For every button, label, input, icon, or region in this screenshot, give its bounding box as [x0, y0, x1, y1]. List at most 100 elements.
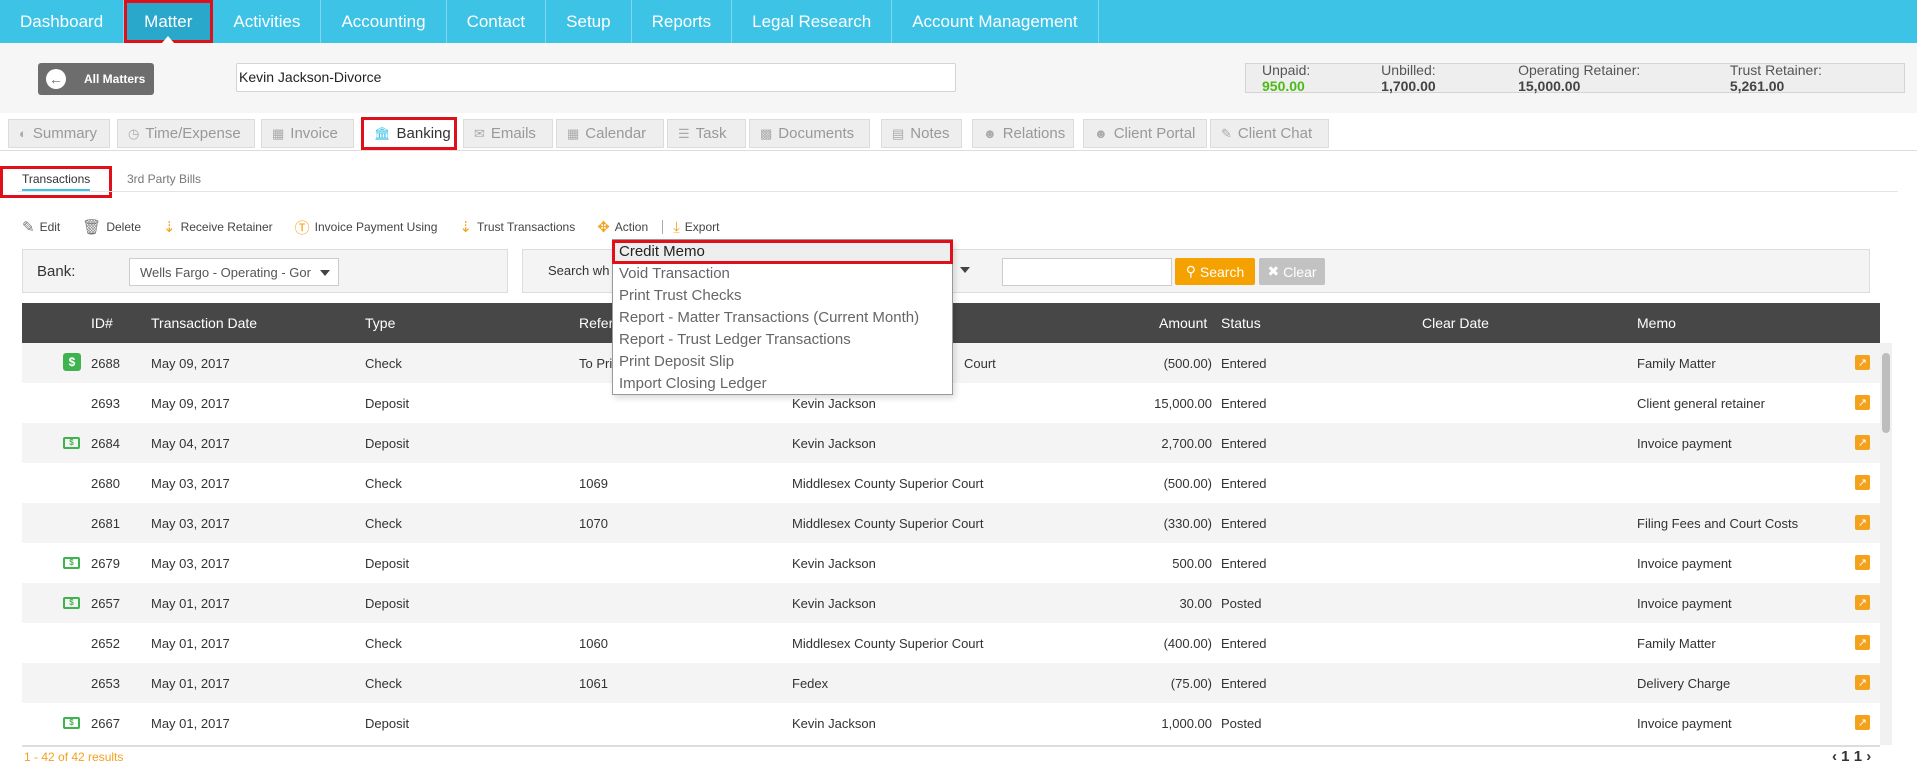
menu-item-credit-memo[interactable]: Credit Memo: [612, 240, 953, 264]
tab-banking[interactable]: 🏛 Banking: [361, 117, 457, 150]
menu-item-print-trust-checks[interactable]: Print Trust Checks: [613, 285, 952, 307]
nav-contact[interactable]: Contact: [447, 0, 547, 43]
search-input[interactable]: [1002, 258, 1172, 286]
header-clear-date[interactable]: Clear Date: [1422, 315, 1489, 331]
clear-button[interactable]: ✖ Clear: [1259, 258, 1325, 285]
row-type: Check: [365, 636, 402, 651]
edit-button[interactable]: ✎ Edit: [22, 218, 60, 236]
nav-accounting[interactable]: Accounting: [321, 0, 447, 43]
export-icon: ⤓: [673, 218, 680, 236]
tab-time-expense[interactable]: ◷ Time/Expense: [117, 119, 255, 148]
open-external-icon[interactable]: ↗: [1855, 715, 1870, 730]
menu-item-print-deposit-slip[interactable]: Print Deposit Slip: [613, 351, 952, 373]
table-row[interactable]: $ 2684 May 04, 2017 Deposit Kevin Jackso…: [22, 423, 1880, 463]
open-external-icon[interactable]: ↗: [1855, 435, 1870, 450]
header-type[interactable]: Type: [365, 315, 395, 331]
bank-label: Bank:: [37, 263, 76, 280]
row-id: 2667: [91, 716, 120, 731]
prev-page-icon[interactable]: ‹: [1832, 748, 1837, 765]
folder-icon: ▩: [760, 125, 773, 141]
file-icon: ▤: [892, 125, 905, 141]
tab-calendar[interactable]: ▦ Calendar: [556, 119, 664, 148]
unbilled-summary: Unbilled: 1,700.00: [1381, 62, 1493, 94]
row-reference: To Pri: [579, 356, 613, 371]
table-row[interactable]: 2680 May 03, 2017 Check 1069 Middlesex C…: [22, 463, 1880, 503]
open-external-icon[interactable]: ↗: [1855, 595, 1870, 610]
open-external-icon[interactable]: ↗: [1855, 475, 1870, 490]
row-type: Check: [365, 476, 402, 491]
nav-setup[interactable]: Setup: [546, 0, 632, 43]
menu-item-report-matter-transactions[interactable]: Report - Matter Transactions (Current Mo…: [613, 307, 952, 329]
row-amount: (500.00): [1163, 476, 1212, 491]
matter-name-field[interactable]: Kevin Jackson-Divorce: [236, 63, 956, 92]
search-icon: ⚲: [1185, 263, 1200, 279]
tab-task[interactable]: ☰ Task: [667, 119, 746, 148]
receive-retainer-button[interactable]: ⇣ Receive Retainer: [163, 218, 273, 236]
bank-select[interactable]: Wells Fargo - Operating - Gor: [129, 258, 339, 286]
tab-client-portal[interactable]: ☻ Client Portal: [1083, 119, 1207, 148]
table-row[interactable]: 2652 May 01, 2017 Check 1060 Middlesex C…: [22, 623, 1880, 663]
nav-matter[interactable]: Matter: [124, 0, 214, 43]
matter-tabs: ◐ Summary ◷ Time/Expense ▦ Invoice 🏛 Banking…: [0, 117, 1917, 151]
delete-label: Delete: [106, 220, 141, 234]
row-id: 2693: [91, 396, 120, 411]
tab-relations[interactable]: ☻ Relations: [972, 119, 1074, 148]
nav-dashboard[interactable]: Dashboard: [0, 0, 125, 43]
table-row[interactable]: $ 2679 May 03, 2017 Deposit Kevin Jackso…: [22, 543, 1880, 583]
header-transaction-date[interactable]: Transaction Date: [151, 315, 257, 331]
tab-client-chat[interactable]: ✎ Client Chat: [1210, 119, 1329, 148]
tab-summary[interactable]: ◐ Summary: [8, 119, 110, 148]
open-external-icon[interactable]: ↗: [1855, 555, 1870, 570]
row-amount: (400.00): [1163, 636, 1212, 651]
invoice-payment-button[interactable]: Ⓣ Invoice Payment Using: [295, 217, 438, 238]
open-external-icon[interactable]: ↗: [1855, 395, 1870, 410]
header-status[interactable]: Status: [1221, 315, 1261, 331]
trust-transactions-button[interactable]: ⇣ Trust Transactions: [459, 218, 575, 236]
row-memo: Invoice payment: [1637, 716, 1732, 731]
delete-button[interactable]: 🗑 Delete: [82, 218, 141, 236]
nav-activities[interactable]: Activities: [213, 0, 322, 43]
row-id: 2679: [91, 556, 120, 571]
tab-label: Banking: [396, 125, 451, 142]
page-current[interactable]: 1: [1854, 748, 1862, 765]
table-row[interactable]: 2653 May 01, 2017 Check 1061 Fedex (75.0…: [22, 663, 1880, 703]
tab-documents[interactable]: ▩ Documents: [749, 119, 870, 148]
caret-down-icon[interactable]: [960, 267, 970, 273]
tab-label: Summary: [32, 125, 98, 142]
menu-item-report-trust-ledger[interactable]: Report - Trust Ledger Transactions: [613, 329, 952, 351]
header-reference[interactable]: Refer: [579, 315, 613, 331]
table-row[interactable]: 2681 May 03, 2017 Check 1070 Middlesex C…: [22, 503, 1880, 543]
subtab-transactions[interactable]: Transactions: [22, 172, 91, 191]
table-scrollbar[interactable]: [1880, 343, 1892, 745]
row-date: May 09, 2017: [151, 396, 230, 411]
row-amount: (330.00): [1163, 516, 1212, 531]
header-amount[interactable]: Amount: [1159, 315, 1207, 331]
export-button[interactable]: ⤓ Export: [673, 219, 719, 236]
row-date: May 03, 2017: [151, 556, 230, 571]
page-first[interactable]: 1: [1841, 748, 1849, 765]
table-row[interactable]: $ 2657 May 01, 2017 Deposit Kevin Jackso…: [22, 583, 1880, 623]
menu-item-import-closing-ledger[interactable]: Import Closing Ledger: [613, 373, 952, 395]
tab-invoice[interactable]: ▦ Invoice: [261, 119, 354, 148]
open-external-icon[interactable]: ↗: [1855, 635, 1870, 650]
table-row[interactable]: $ 2667 May 01, 2017 Deposit Kevin Jackso…: [22, 703, 1880, 743]
menu-item-void-transaction[interactable]: Void Transaction: [613, 263, 952, 285]
tab-notes[interactable]: ▤ Notes: [881, 119, 962, 148]
subtab-3rd-party-bills[interactable]: 3rd Party Bills: [127, 172, 201, 186]
all-matters-button[interactable]: ← All Matters: [38, 63, 154, 95]
action-button[interactable]: ✥ Action: [597, 218, 648, 236]
nav-legal-research[interactable]: Legal Research: [732, 0, 893, 43]
next-page-icon[interactable]: ›: [1866, 748, 1871, 765]
tab-label: Client Portal: [1113, 125, 1196, 142]
open-external-icon[interactable]: ↗: [1855, 515, 1870, 530]
tab-emails[interactable]: ✉ Emails: [463, 119, 553, 148]
nav-account-management[interactable]: Account Management: [892, 0, 1099, 43]
row-date: May 03, 2017: [151, 516, 230, 531]
search-button[interactable]: ⚲ Search: [1175, 258, 1255, 285]
nav-reports[interactable]: Reports: [632, 0, 733, 43]
scrollbar-thumb[interactable]: [1882, 353, 1890, 433]
header-id[interactable]: ID#: [91, 315, 113, 331]
header-memo[interactable]: Memo: [1637, 315, 1676, 331]
open-external-icon[interactable]: ↗: [1855, 675, 1870, 690]
open-external-icon[interactable]: ↗: [1855, 355, 1870, 370]
